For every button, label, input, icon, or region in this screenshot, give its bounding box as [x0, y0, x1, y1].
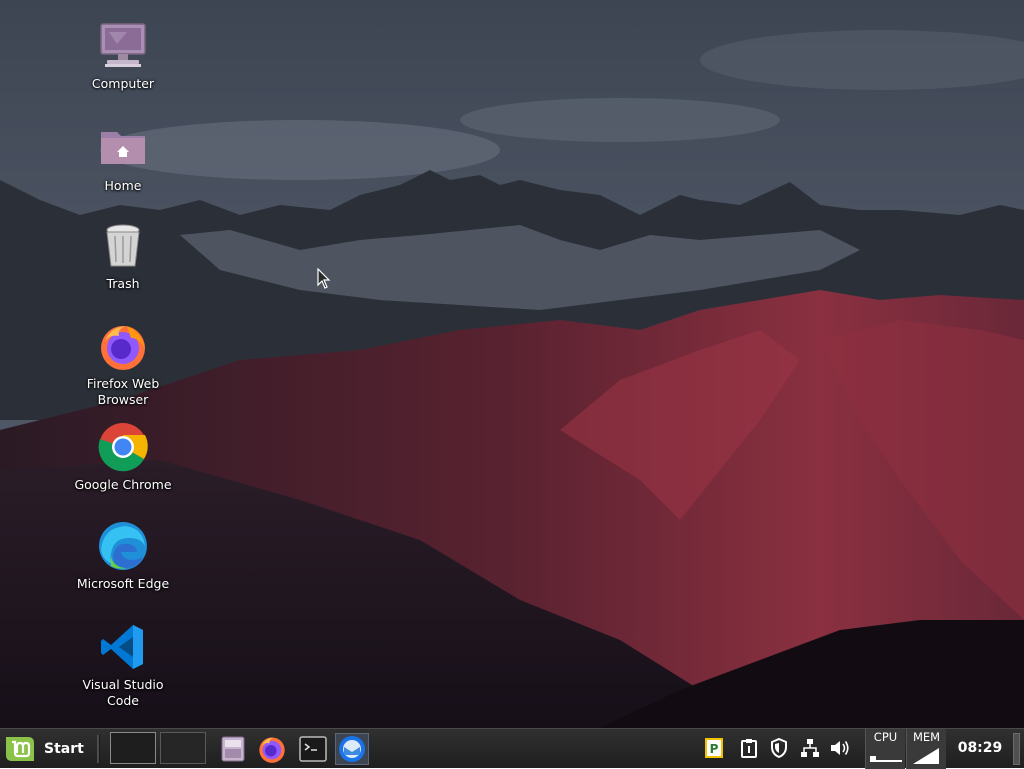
- cpu-label: CPU: [873, 730, 898, 744]
- linux-mint-logo-icon: [6, 737, 34, 761]
- desktop-icon-chrome[interactable]: Google Chrome: [63, 421, 183, 493]
- taskbar: Start P CPU MEM 08:29: [0, 728, 1024, 769]
- volume-icon: [831, 741, 849, 755]
- home-folder-icon: [101, 132, 145, 164]
- clock[interactable]: 08:29: [948, 729, 1012, 769]
- desktop-icon-label: Computer: [91, 76, 155, 91]
- taskbar-separator: [97, 735, 100, 763]
- launcher-thunderbird[interactable]: [335, 733, 369, 765]
- start-label: Start: [44, 741, 84, 757]
- desktop-icon-label: Home: [104, 178, 142, 193]
- desktop-icon-computer[interactable]: Computer: [63, 20, 183, 92]
- desktop-icon-label: Firefox Web Browser: [86, 376, 160, 407]
- tray-volume[interactable]: [829, 737, 851, 759]
- mem-monitor[interactable]: MEM: [906, 729, 946, 769]
- pamac-icon: P: [705, 738, 723, 758]
- start-button[interactable]: Start: [4, 733, 92, 765]
- network-icon: [801, 739, 819, 757]
- cpu-graph-icon: [869, 756, 902, 762]
- desktop-icon-trash[interactable]: Trash: [63, 220, 183, 292]
- firefox-icon: [259, 737, 285, 763]
- workspace-2[interactable]: [160, 732, 206, 764]
- desktop-icon-home[interactable]: Home: [63, 122, 183, 194]
- chrome-icon: [98, 423, 148, 472]
- desktop-icon-firefox[interactable]: Firefox Web Browser: [63, 320, 183, 408]
- tray-shield[interactable]: [768, 737, 790, 759]
- workspace-1[interactable]: [110, 732, 156, 764]
- tray-pamac[interactable]: P: [703, 737, 725, 759]
- show-desktop-button[interactable]: [1013, 733, 1020, 765]
- computer-icon: [100, 23, 146, 67]
- svg-text:P: P: [710, 742, 719, 756]
- mem-label: MEM: [912, 730, 941, 744]
- desktop-icon-label: Microsoft Edge: [76, 576, 170, 591]
- desktop-icon-edge[interactable]: Microsoft Edge: [63, 520, 183, 592]
- firefox-icon: [101, 326, 145, 370]
- terminal-icon: [299, 736, 327, 762]
- cpu-monitor[interactable]: CPU: [865, 729, 905, 769]
- launcher-file-manager[interactable]: [216, 733, 250, 765]
- desktop[interactable]: Computer Home Trash Firefox Web Browser: [0, 0, 1024, 728]
- clipboard-icon: [741, 739, 757, 758]
- vscode-icon: [101, 625, 143, 669]
- mouse-cursor-icon: [317, 268, 331, 289]
- shield-icon: [771, 738, 787, 758]
- desktop-icon-label: Trash: [106, 276, 140, 291]
- desktop-icon-label: Google Chrome: [74, 477, 172, 492]
- launcher-terminal[interactable]: [296, 733, 330, 765]
- trash-icon: [106, 224, 140, 267]
- launcher-firefox[interactable]: [255, 733, 289, 765]
- file-manager-icon: [221, 736, 245, 762]
- thunderbird-icon: [339, 736, 365, 762]
- desktop-icon-label: Visual Studio Code: [82, 677, 164, 708]
- tray-network[interactable]: [799, 737, 821, 759]
- edge-icon: [99, 522, 147, 570]
- mem-graph-icon: [912, 748, 939, 764]
- desktop-icon-vscode[interactable]: Visual Studio Code: [63, 621, 183, 709]
- tray-clipboard[interactable]: [738, 737, 760, 759]
